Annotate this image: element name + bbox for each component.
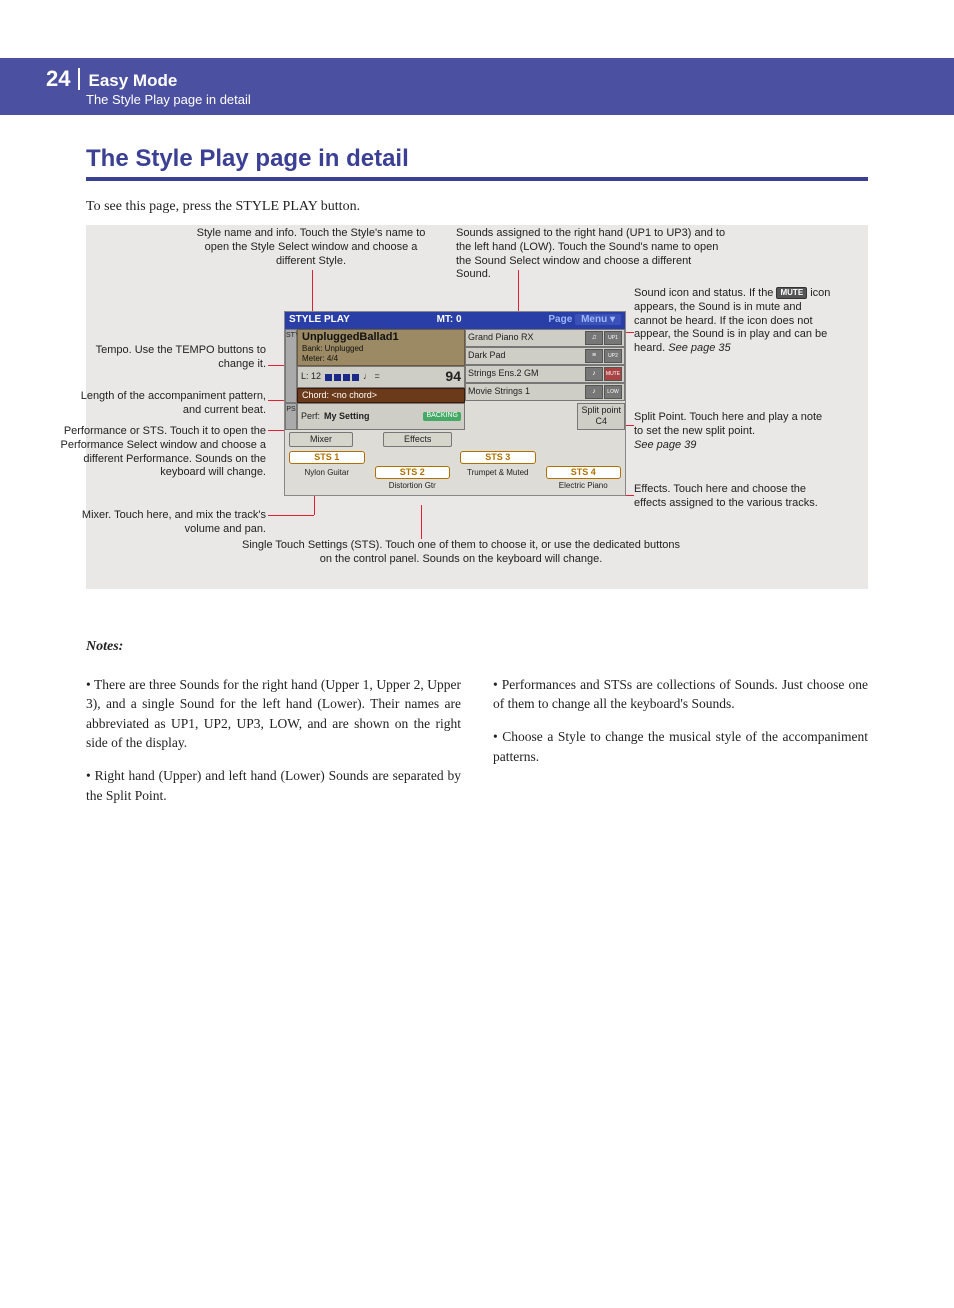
pointer [268, 430, 284, 431]
callout-style-info: Style name and info. Touch the Style's n… [191, 227, 431, 268]
pad-icon: ≡ [585, 349, 603, 363]
style-bank: Bank: Unplugged [302, 344, 460, 354]
ui-mt: MT: 0 [437, 314, 462, 327]
sound-up2: Dark Pad [468, 350, 506, 361]
sts3-button: STS 3 [460, 451, 536, 464]
side-up1: UP1 [604, 331, 622, 345]
note-4: • Choose a Style to change the musical s… [493, 727, 868, 766]
callout-length: Length of the accompaniment pattern, and… [60, 390, 266, 418]
intro-text: To see this page, press the STYLE PLAY b… [86, 199, 868, 215]
tempo-l: L: 12 [301, 371, 321, 382]
callout-sounds-info: Sounds assigned to the right hand (UP1 t… [456, 227, 726, 282]
mute-icon: MUTE [604, 367, 622, 381]
callout-tempo: Tempo. Use the TEMPO buttons to change i… [86, 344, 266, 372]
sts2-name: Distortion Gtr [375, 481, 451, 491]
side-up2: UP2 [604, 349, 622, 363]
perf-name: My Setting [324, 411, 370, 422]
page-header: 24 Easy Mode The Style Play page in deta… [0, 58, 954, 115]
notes-section: Notes: • There are three Sounds for the … [86, 639, 868, 819]
sts2-button: STS 2 [375, 466, 451, 479]
chapter-title: Easy Mode [80, 72, 177, 89]
style-meter: Meter: 4/4 [302, 354, 460, 364]
sts4-name: Electric Piano [546, 481, 622, 491]
page-number: 24 [46, 68, 80, 90]
callout-sts: Single Touch Settings (STS). Touch one o… [236, 539, 686, 567]
callout-perf: Performance or STS. Touch it to open the… [60, 425, 266, 480]
annotated-diagram: Style name and info. Touch the Style's n… [86, 225, 868, 589]
sts1-button: STS 1 [289, 451, 365, 464]
sts3-name: Trumpet & Muted [460, 468, 536, 478]
note-2: • Right hand (Upper) and left hand (Lowe… [86, 766, 461, 805]
sts1-name: Nylon Guitar [289, 468, 365, 478]
pointer [268, 515, 314, 516]
tempo-prefix: ♩ = [363, 371, 380, 382]
section-title: The Style Play page in detail [86, 145, 868, 181]
perf-tag: BACKING [423, 412, 461, 421]
callout-effects: Effects. Touch here and choose the effec… [634, 483, 824, 511]
callout-sound-icon: Sound icon and status. If the MUTE icon … [634, 287, 834, 356]
device-screenshot: STYLE PLAY MT: 0 Page Menu ▾ STY Unplugg… [284, 311, 626, 496]
sound-up3: Strings Ens.2 GM [468, 368, 539, 379]
pointer [421, 505, 422, 539]
ui-menu: Menu ▾ [575, 314, 621, 325]
style-name: UnpluggedBallad1 [302, 331, 460, 345]
callout-split: Split Point. Touch here and play a note … [634, 411, 824, 452]
callout-mixer: Mixer. Touch here, and mix the track's v… [44, 509, 266, 537]
sound-up1: Grand Piano RX [468, 332, 534, 343]
tempo-bpm: 94 [445, 368, 461, 386]
effects-button: Effects [383, 432, 452, 447]
header-subtitle: The Style Play page in detail [86, 92, 954, 107]
pointer [626, 495, 634, 496]
perf-label: Perf: [301, 411, 320, 422]
pointer [626, 425, 634, 426]
strings-icon: ♪ [585, 367, 603, 381]
side-sty: STY [285, 329, 297, 404]
piano-icon: ♫ [585, 331, 603, 345]
pointer [268, 365, 284, 366]
side-ps: PS [285, 403, 297, 430]
notes-label: Notes: [86, 639, 868, 655]
ui-title: STYLE PLAY [289, 314, 350, 327]
mute-icon: MUTE [776, 287, 807, 299]
strings-icon: ♪ [585, 385, 603, 399]
sts4-button: STS 4 [546, 466, 622, 479]
note-3: • Performances and STSs are collections … [493, 675, 868, 714]
sound-low: Movie Strings 1 [468, 386, 530, 397]
split-label: Split point [581, 405, 621, 416]
pointer [626, 332, 634, 333]
note-1: • There are three Sounds for the right h… [86, 675, 461, 753]
pointer [268, 400, 284, 401]
mixer-button: Mixer [289, 432, 353, 447]
split-note: C4 [581, 416, 621, 427]
side-low: LOW [604, 385, 622, 399]
ui-page: Page [548, 314, 572, 325]
chord-display: Chord: <no chord> [297, 388, 465, 403]
